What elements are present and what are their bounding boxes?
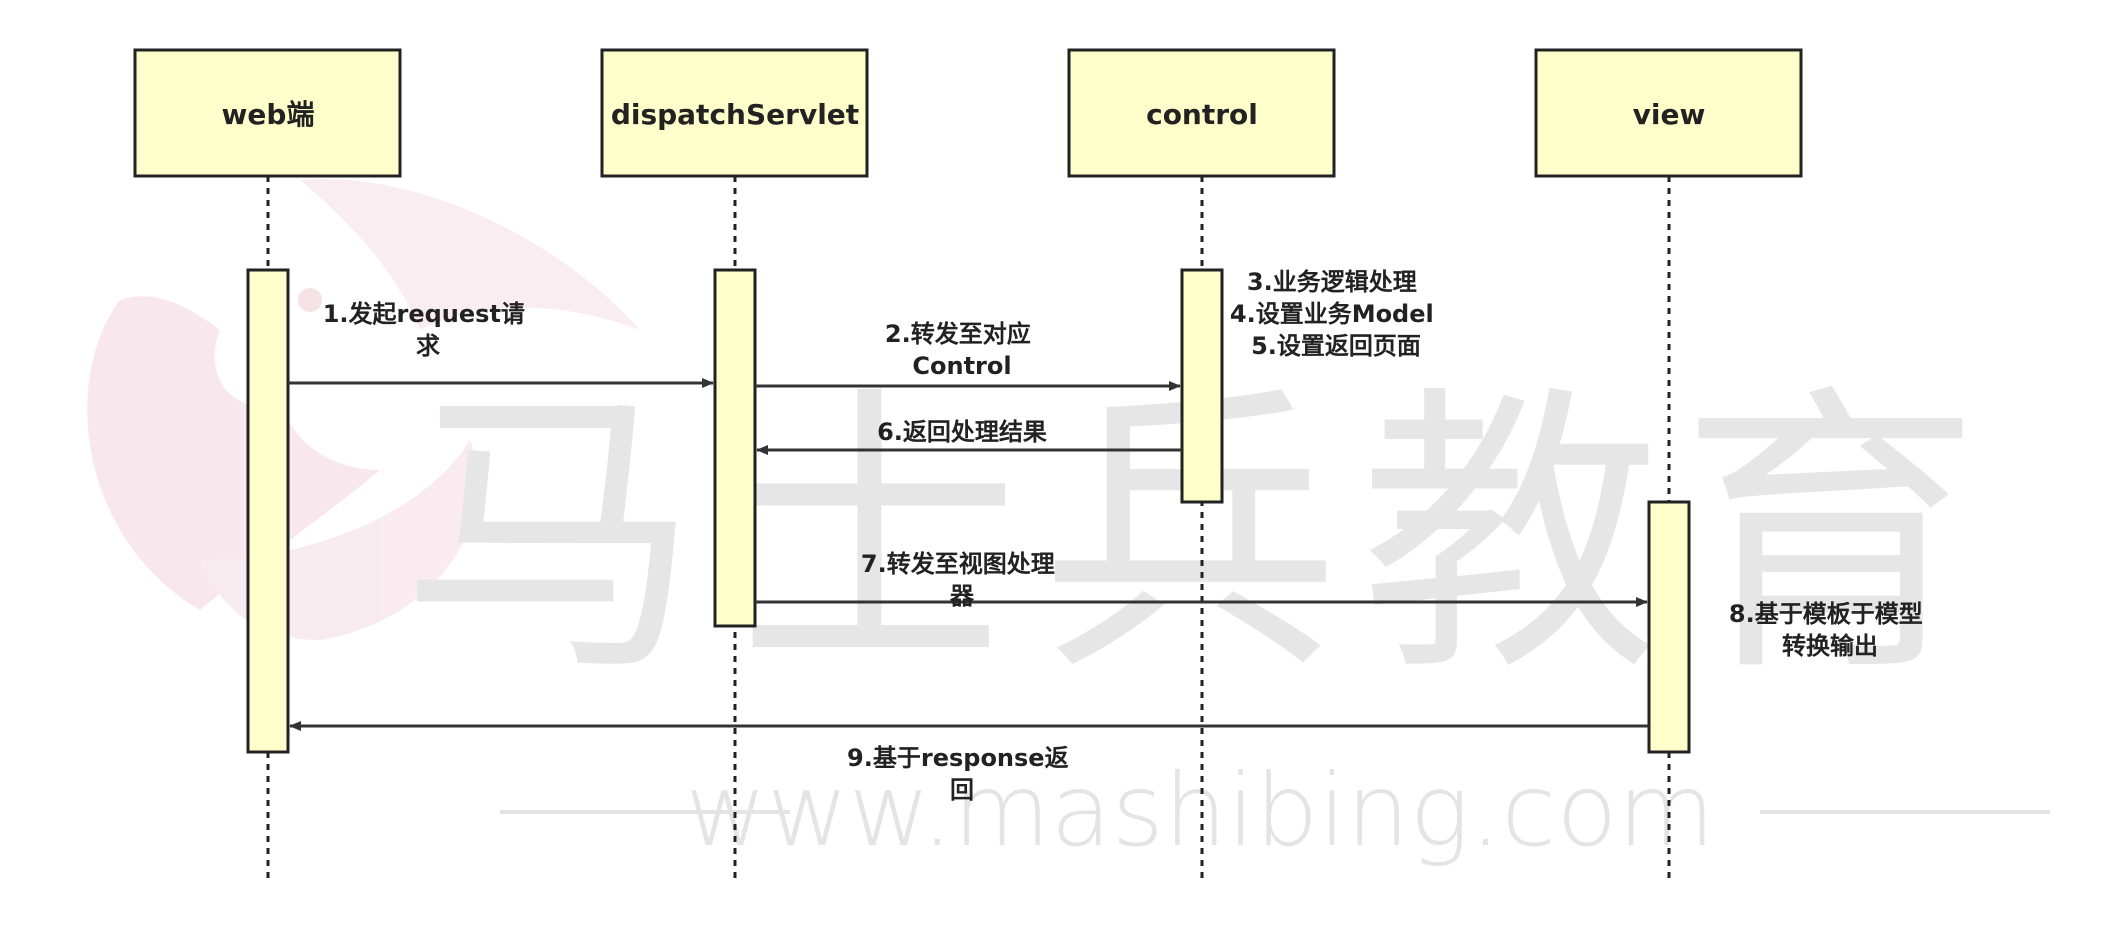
actor-view-label: view — [1633, 98, 1706, 131]
actor-dispatch: dispatchServlet — [600, 48, 869, 178]
actor-web: web端 — [133, 48, 402, 178]
watermark-url: www.mashibing.com — [685, 752, 1715, 869]
actor-control-label: control — [1146, 98, 1258, 131]
actors: web端 dispatchServlet control view — [133, 48, 1803, 178]
diagram-canvas: 马士兵教育 www.mashibing.com web端 dispatchSer… — [0, 0, 2108, 926]
activation-control — [1180, 268, 1224, 504]
sequence-diagram: 马士兵教育 www.mashibing.com web端 dispatchSer… — [87, 48, 2050, 880]
message-label-1: 1.发起request请 求 — [323, 300, 534, 360]
actor-web-label: web端 — [222, 98, 315, 131]
control-note: 3.业务逻辑处理 4.设置业务Model 5.设置返回页面 — [1230, 268, 1442, 360]
actor-view: view — [1534, 48, 1803, 178]
activation-dispatch — [713, 268, 757, 628]
message-label-6: 6.返回处理结果 — [877, 418, 1047, 446]
actor-dispatch-label: dispatchServlet — [611, 98, 859, 131]
actor-control: control — [1067, 48, 1336, 178]
activation-view — [1647, 500, 1691, 754]
activation-web — [246, 268, 290, 754]
